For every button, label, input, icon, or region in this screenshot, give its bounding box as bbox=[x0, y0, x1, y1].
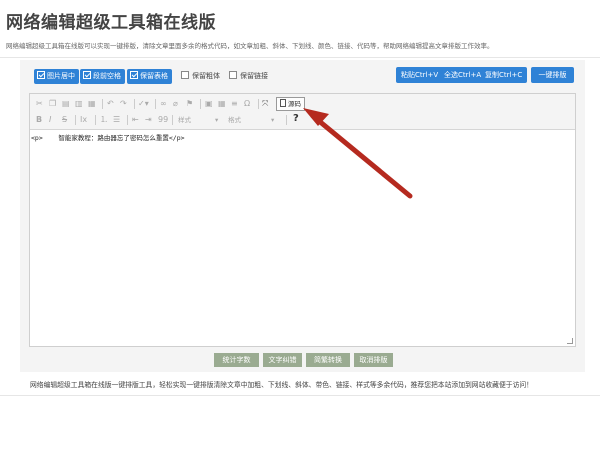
checkbox-icon bbox=[229, 71, 237, 79]
keep-tables-button[interactable]: 保留表格 bbox=[127, 69, 172, 84]
resize-handle[interactable] bbox=[567, 338, 573, 344]
page-description: 网络编辑超级工具箱在线版可以实现一键排版，清除文章里面多余的格式代码，如文章加粗… bbox=[6, 42, 494, 50]
editor-content[interactable]: <p> 智能家教程：路由器忘了密码怎么重置</p> bbox=[31, 132, 185, 142]
maximize-icon[interactable]: ⤧ bbox=[262, 98, 268, 110]
paste-text-icon[interactable]: ▥ bbox=[75, 98, 83, 110]
chevron-down-icon: ▾ bbox=[215, 116, 219, 124]
keep-bold-label: 保留粗体 bbox=[192, 72, 220, 80]
strikethrough-icon[interactable]: S bbox=[62, 114, 67, 126]
separator bbox=[102, 99, 103, 109]
separator bbox=[200, 99, 201, 109]
blockquote-icon[interactable]: 99 bbox=[158, 114, 168, 126]
center-images-button[interactable]: 图片居中 bbox=[34, 69, 79, 84]
keep-links-checkbox[interactable]: 保留链接 bbox=[229, 71, 268, 81]
checked-icon bbox=[83, 71, 91, 79]
page-title: 网络编辑超级工具箱在线版 bbox=[6, 13, 216, 33]
editor-toolbar: ✂ ❐ ▤ ▥ ▦ ↶ ↷ ✓▾ ∞ ⌀ ⚑ ▣ ▦ ≡ Ω ⤧ 源码 B I … bbox=[30, 94, 575, 130]
outdent-icon[interactable]: ⇤ bbox=[132, 114, 139, 126]
source-code-button[interactable]: 源码 bbox=[276, 97, 305, 111]
simplified-traditional-button[interactable]: 简繁转换 bbox=[306, 353, 350, 367]
unlink-icon[interactable]: ⌀ bbox=[173, 98, 178, 110]
footer-description: 网络编辑超级工具箱在线版一键排版工具，轻松实现一键排版清除文章中加粗、下划线、斜… bbox=[30, 381, 533, 389]
select-all-button[interactable]: 全选Ctrl+A bbox=[444, 67, 481, 83]
format-dropdown-label: 格式 bbox=[228, 116, 241, 124]
copy-icon[interactable]: ❐ bbox=[49, 98, 56, 110]
cut-icon[interactable]: ✂ bbox=[36, 98, 43, 110]
one-click-format-button[interactable]: 一键排版 bbox=[531, 67, 574, 83]
separator bbox=[127, 115, 128, 125]
cancel-format-button[interactable]: 取消排版 bbox=[354, 353, 393, 367]
checked-icon bbox=[37, 71, 45, 79]
keep-bold-checkbox[interactable]: 保留粗体 bbox=[181, 71, 220, 81]
keep-tables-label: 保留表格 bbox=[140, 72, 168, 80]
rich-text-editor[interactable]: ✂ ❐ ▤ ▥ ▦ ↶ ↷ ✓▾ ∞ ⌀ ⚑ ▣ ▦ ≡ Ω ⤧ 源码 B I … bbox=[29, 93, 576, 347]
word-count-button[interactable]: 统计字数 bbox=[214, 353, 259, 367]
clipboard-actions: 粘贴Ctrl+V 全选Ctrl+A 复制Ctrl+C bbox=[396, 67, 527, 83]
table-icon[interactable]: ▦ bbox=[218, 98, 226, 110]
indent-paragraph-button[interactable]: 段前空格 bbox=[80, 69, 125, 84]
separator bbox=[155, 99, 156, 109]
separator bbox=[134, 99, 135, 109]
paste-icon[interactable]: ▤ bbox=[62, 98, 70, 110]
help-icon[interactable]: ? bbox=[293, 113, 299, 124]
paste-button[interactable]: 粘贴Ctrl+V bbox=[401, 67, 438, 83]
redo-icon[interactable]: ↷ bbox=[120, 98, 127, 110]
format-dropdown[interactable]: 格式 ▾ bbox=[228, 114, 274, 126]
text-correction-button[interactable]: 文字纠错 bbox=[263, 353, 302, 367]
numbered-list-icon[interactable]: ⒈ bbox=[100, 114, 108, 126]
checkbox-icon bbox=[181, 71, 189, 79]
remove-format-icon[interactable]: Ix bbox=[80, 114, 87, 126]
indent-paragraph-label: 段前空格 bbox=[93, 72, 121, 80]
paste-word-icon[interactable]: ▦ bbox=[88, 98, 96, 110]
undo-icon[interactable]: ↶ bbox=[107, 98, 114, 110]
document-icon bbox=[280, 99, 286, 107]
tool-panel: 图片居中 段前空格 保留表格 保留粗体 保留链接 粘贴Ctrl+V 全选Ctrl… bbox=[20, 60, 585, 372]
style-dropdown-label: 样式 bbox=[178, 116, 191, 124]
chevron-down-icon: ▾ bbox=[271, 116, 275, 124]
horizontal-line-icon[interactable]: ≡ bbox=[231, 98, 238, 110]
keep-links-label: 保留链接 bbox=[240, 72, 268, 80]
divider bbox=[0, 57, 600, 58]
bullet-list-icon[interactable]: ☰ bbox=[113, 114, 120, 126]
anchor-icon[interactable]: ⚑ bbox=[186, 98, 193, 110]
indent-icon[interactable]: ⇥ bbox=[145, 114, 152, 126]
separator bbox=[286, 115, 287, 125]
separator bbox=[95, 115, 96, 125]
separator bbox=[75, 115, 76, 125]
checked-icon bbox=[130, 71, 138, 79]
special-char-icon[interactable]: Ω bbox=[244, 98, 250, 110]
copy-button[interactable]: 复制Ctrl+C bbox=[485, 67, 522, 83]
center-images-label: 图片居中 bbox=[47, 72, 75, 80]
image-icon[interactable]: ▣ bbox=[205, 98, 213, 110]
source-code-label: 源码 bbox=[288, 100, 301, 108]
style-dropdown[interactable]: 样式 ▾ bbox=[178, 114, 218, 126]
link-icon[interactable]: ∞ bbox=[160, 98, 167, 110]
spellcheck-icon[interactable]: ✓▾ bbox=[138, 98, 149, 110]
divider bbox=[0, 395, 600, 396]
italic-icon[interactable]: I bbox=[49, 114, 51, 126]
bold-icon[interactable]: B bbox=[36, 114, 42, 126]
separator bbox=[258, 99, 259, 109]
separator bbox=[172, 115, 173, 125]
